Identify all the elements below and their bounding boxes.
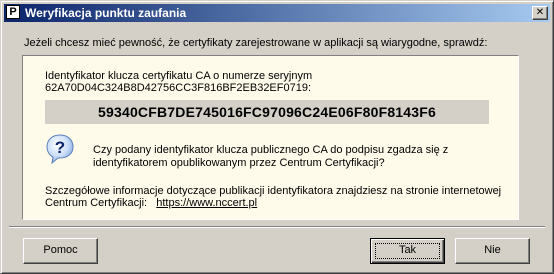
title-bar[interactable]: P Weryfikacja punktu zaufania ✕	[4, 4, 550, 22]
dialog-window: P Weryfikacja punktu zaufania ✕ Jeżeli c…	[0, 0, 554, 274]
info-line-2: Centrum Certyfikacji: https://www.nccert…	[45, 197, 257, 209]
key-id-label: Identyfikator klucza certyfikatu CA o nu…	[45, 70, 313, 82]
separator	[9, 226, 545, 228]
app-icon[interactable]: P	[6, 5, 20, 19]
key-fingerprint: 59340CFB7DE745016FC97096C24E06F80F8143F6	[45, 100, 489, 124]
question-line-2: identyfikatorem opublikowanym przez Cent…	[93, 157, 385, 169]
info-panel: Identyfikator klucza certyfikatu CA o nu…	[22, 55, 519, 220]
serial-number-text: 62A70D04C324B8D42756CC3F816BF2EB32EF0719…	[45, 82, 312, 94]
no-button[interactable]: Nie	[455, 238, 530, 264]
no-button-label: Nie	[484, 244, 501, 256]
question-line-1: Czy podany identyfikator klucza publiczn…	[93, 144, 449, 156]
window-title: Weryfikacja punktu zaufania	[25, 6, 187, 20]
intro-text: Jeżeli chcesz mieć pewność, że certyfika…	[24, 37, 488, 49]
help-button[interactable]: Pomoc	[23, 238, 98, 264]
info-line-2-prefix: Centrum Certyfikacji:	[45, 197, 148, 209]
close-button[interactable]: ✕	[532, 6, 548, 20]
nccert-link[interactable]: https://www.nccert.pl	[156, 197, 257, 209]
question-icon: ?	[46, 134, 74, 164]
yes-button[interactable]: Tak	[370, 238, 445, 264]
svg-text:?: ?	[55, 138, 65, 157]
yes-button-label: Tak	[398, 244, 417, 256]
info-line-1: Szczegółowe informacje dotyczące publika…	[45, 185, 502, 197]
help-button-label: Pomoc	[43, 244, 78, 256]
